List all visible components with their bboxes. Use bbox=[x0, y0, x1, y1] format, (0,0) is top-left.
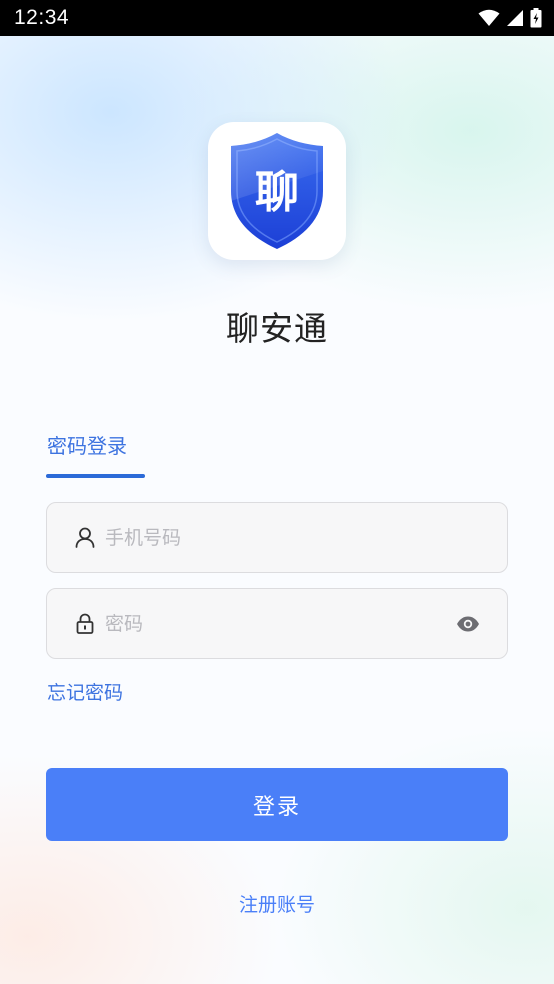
shield-icon: 聊 bbox=[231, 133, 323, 249]
eye-icon[interactable] bbox=[455, 611, 481, 637]
wifi-icon bbox=[478, 9, 500, 26]
login-screen: 聊 聊安通 密码登录 忘 bbox=[0, 36, 554, 984]
status-bar: 12:34 bbox=[0, 0, 554, 36]
phone-input[interactable] bbox=[105, 526, 481, 549]
password-input[interactable] bbox=[105, 612, 455, 635]
register-link-row: 注册账号 bbox=[0, 890, 554, 917]
app-logo: 聊 bbox=[208, 122, 346, 260]
phone-field[interactable] bbox=[46, 502, 508, 573]
app-name: 聊安通 bbox=[226, 309, 328, 348]
status-time: 12:34 bbox=[14, 6, 70, 29]
battery-icon bbox=[530, 8, 542, 28]
forgot-password-link[interactable]: 忘记密码 bbox=[47, 678, 123, 705]
tab-password-login[interactable]: 密码登录 bbox=[47, 430, 127, 459]
user-icon bbox=[74, 527, 96, 549]
lock-icon bbox=[74, 613, 96, 635]
logo-text: 聊 bbox=[255, 167, 299, 218]
password-field[interactable] bbox=[46, 588, 508, 659]
login-button[interactable]: 登录 bbox=[46, 768, 508, 841]
status-icons bbox=[478, 8, 542, 28]
register-link[interactable]: 注册账号 bbox=[239, 894, 315, 916]
signal-icon bbox=[507, 10, 523, 26]
tab-underline bbox=[46, 474, 145, 478]
